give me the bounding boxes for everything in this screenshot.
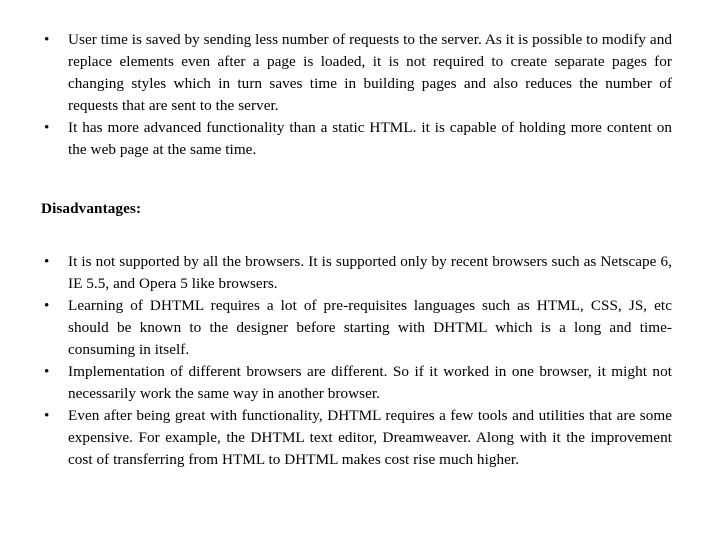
list-item-text: Implementation of different browsers are… [68, 363, 672, 402]
list-item-text: Learning of DHTML requires a lot of pre-… [68, 297, 672, 358]
list-item: • It is not supported by all the browser… [0, 251, 672, 295]
bullet-point-icon: • [44, 297, 50, 314]
advantages-bullet-list: • User time is saved by sending less num… [0, 29, 672, 161]
list-item: • Learning of DHTML requires a lot of pr… [0, 295, 672, 361]
list-item-text: User time is saved by sending less numbe… [68, 31, 672, 114]
list-item-text: It has more advanced functionality than … [68, 119, 672, 158]
section-heading-disadvantages: Disadvantages: [41, 200, 142, 217]
list-item: • Implementation of different browsers a… [0, 361, 672, 405]
bullet-point-icon: • [44, 119, 50, 136]
list-item-text: Even after being great with functionalit… [68, 407, 672, 468]
disadvantages-bullet-list: • It is not supported by all the browser… [0, 251, 672, 471]
list-item-text: It is not supported by all the browsers.… [68, 253, 672, 292]
slide-canvas: • User time is saved by sending less num… [0, 0, 720, 540]
list-item: • User time is saved by sending less num… [0, 29, 672, 117]
bullet-point-icon: • [44, 31, 50, 48]
bullet-point-icon: • [44, 253, 50, 270]
bullet-point-icon: • [44, 363, 50, 380]
list-item: • It has more advanced functionality tha… [0, 117, 672, 161]
bullet-point-icon: • [44, 407, 50, 424]
list-item: • Even after being great with functional… [0, 405, 672, 471]
